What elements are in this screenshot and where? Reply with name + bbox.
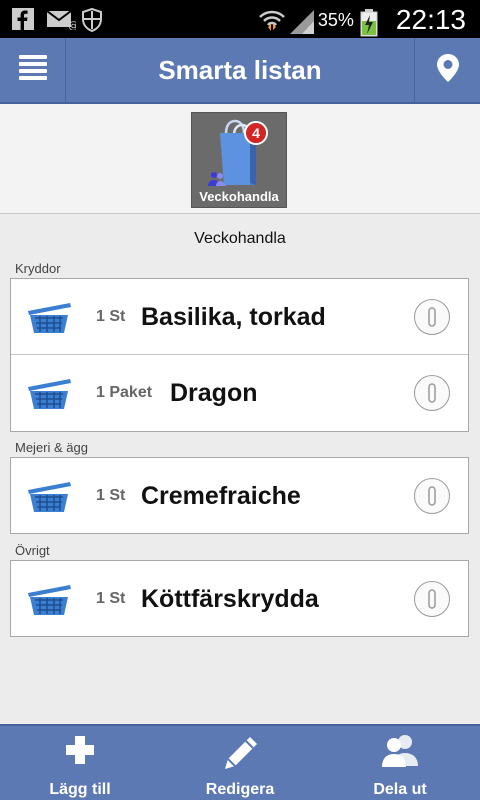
- info-button[interactable]: [414, 581, 450, 617]
- item-quantity: 1 St: [96, 308, 126, 325]
- info-button[interactable]: [414, 375, 450, 411]
- signal-icon: [288, 9, 314, 34]
- list-item[interactable]: 1 St Cremefraiche: [11, 458, 468, 534]
- category-group-ovrigt: 1 St Köttfärskrydda: [10, 560, 469, 637]
- list-item[interactable]: 1 Paket Dragon: [11, 355, 468, 431]
- pencil-icon: [160, 734, 320, 774]
- list-name: Veckohandla: [194, 230, 286, 247]
- edit-button-label: Redigera: [205, 781, 275, 798]
- status-bar: @ 35% 22:13: [0, 0, 480, 38]
- clock: 22:13: [395, 4, 466, 35]
- category-group-mejeri: 1 St Cremefraiche: [10, 457, 469, 534]
- facebook-icon: [12, 8, 36, 30]
- add-button[interactable]: Lägg till: [0, 726, 160, 800]
- edit-button[interactable]: Redigera: [160, 726, 320, 800]
- menu-icon: [18, 53, 47, 88]
- svg-text:@: @: [68, 19, 76, 30]
- list-tile-veckohandla[interactable]: 4 Veckohandla: [191, 112, 287, 208]
- item-name: Dragon: [170, 379, 258, 407]
- item-quantity: 1 St: [96, 590, 126, 607]
- battery-icon: [360, 9, 384, 37]
- item-name: Cremefraiche: [141, 482, 301, 510]
- category-group-kryddor: 1 St Basilika, torkad 1 Paket Dragon: [10, 278, 469, 432]
- list-selector: 4 Veckohandla: [0, 104, 480, 214]
- item-quantity: 1 Paket: [96, 384, 153, 401]
- app-header: Smarta listan: [0, 38, 480, 104]
- info-button[interactable]: [414, 299, 450, 335]
- category-label: Övrigt: [15, 543, 50, 558]
- list-item[interactable]: 1 St Köttfärskrydda: [11, 561, 468, 637]
- category-label: Kryddor: [15, 261, 61, 276]
- list-item[interactable]: 1 St Basilika, torkad: [11, 279, 468, 355]
- location-pin-icon: [435, 53, 461, 88]
- basket-icon[interactable]: [26, 301, 72, 340]
- list-tile-label: Veckohandla: [199, 189, 279, 204]
- item-quantity: 1 St: [96, 487, 126, 504]
- page-title: Smarta listan: [158, 55, 322, 85]
- location-button[interactable]: [414, 38, 480, 102]
- basket-icon[interactable]: [26, 480, 72, 519]
- menu-button[interactable]: [0, 38, 66, 102]
- item-name: Basilika, torkad: [141, 303, 326, 331]
- basket-icon[interactable]: [26, 377, 72, 416]
- info-button[interactable]: [414, 478, 450, 514]
- share-button-label: Dela ut: [373, 781, 427, 798]
- category-label: Mejeri & ägg: [15, 440, 88, 455]
- plus-icon: [0, 734, 160, 766]
- mail-icon: @: [46, 8, 79, 32]
- item-count-badge: 4: [244, 121, 268, 145]
- share-button[interactable]: Dela ut: [320, 726, 480, 800]
- wifi-icon: [258, 9, 285, 31]
- item-name: Köttfärskrydda: [141, 585, 319, 613]
- add-button-label: Lägg till: [49, 781, 111, 798]
- basket-icon[interactable]: [26, 583, 72, 622]
- shield-icon: [80, 7, 104, 33]
- users-icon: [320, 734, 480, 768]
- bottom-toolbar: Lägg till Redigera Dela ut: [0, 724, 480, 800]
- battery-percent: 35%: [317, 9, 354, 30]
